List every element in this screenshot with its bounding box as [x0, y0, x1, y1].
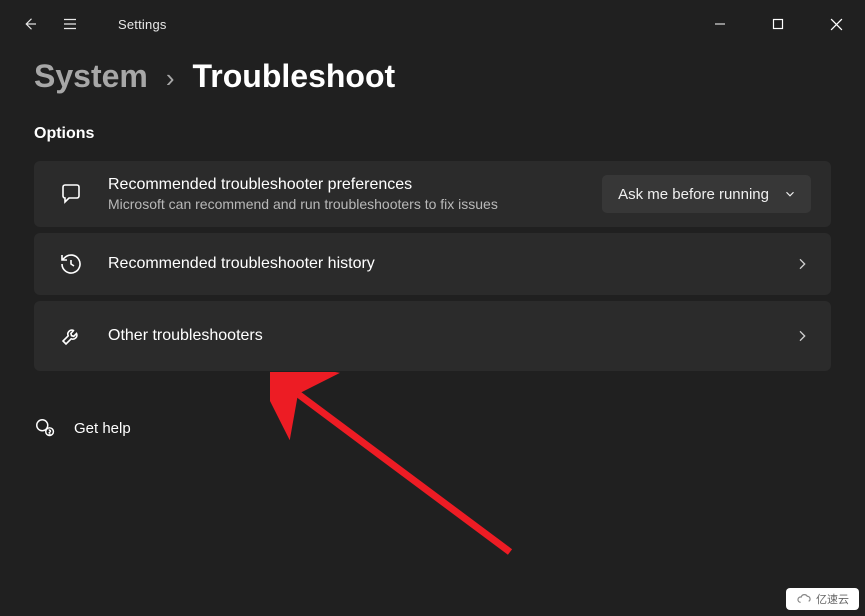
- minimize-icon: [714, 18, 726, 30]
- card-troubleshooter-history[interactable]: Recommended troubleshooter history: [34, 233, 831, 295]
- breadcrumb: System › Troubleshoot: [34, 58, 831, 95]
- watermark: 亿速云: [786, 588, 859, 610]
- breadcrumb-current: Troubleshoot: [193, 58, 396, 95]
- back-button[interactable]: [10, 0, 50, 48]
- chevron-right-icon: [793, 256, 811, 272]
- chevron-down-icon: [783, 187, 797, 201]
- back-arrow-icon: [21, 15, 39, 33]
- minimize-button[interactable]: [691, 0, 749, 48]
- watermark-text: 亿速云: [816, 591, 849, 607]
- maximize-button[interactable]: [749, 0, 807, 48]
- breadcrumb-parent[interactable]: System: [34, 58, 148, 95]
- card-text: Recommended troubleshooter history: [108, 255, 793, 273]
- close-icon: [830, 18, 843, 31]
- card-title: Recommended troubleshooter history: [108, 255, 793, 273]
- help-icon: [34, 417, 56, 439]
- titlebar: Settings: [0, 0, 865, 48]
- cloud-icon: [796, 593, 812, 605]
- dropdown-value: Ask me before running: [618, 186, 769, 203]
- close-button[interactable]: [807, 0, 865, 48]
- chat-bubble-icon: [56, 182, 86, 206]
- section-label-options: Options: [34, 125, 831, 143]
- card-subtitle: Microsoft can recommend and run troubles…: [108, 196, 602, 212]
- card-text: Other troubleshooters: [108, 327, 793, 345]
- wrench-icon: [56, 324, 86, 348]
- history-icon: [56, 252, 86, 276]
- app-title: Settings: [118, 17, 167, 32]
- hamburger-icon: [61, 15, 79, 33]
- help-label: Get help: [74, 420, 131, 437]
- card-title: Recommended troubleshooter preferences: [108, 176, 602, 194]
- nav-menu-button[interactable]: [50, 0, 90, 48]
- card-troubleshooter-preferences[interactable]: Recommended troubleshooter preferences M…: [34, 161, 831, 227]
- card-title: Other troubleshooters: [108, 327, 793, 345]
- chevron-right-icon: [793, 328, 811, 344]
- maximize-icon: [772, 18, 784, 30]
- card-other-troubleshooters[interactable]: Other troubleshooters: [34, 301, 831, 371]
- preferences-dropdown[interactable]: Ask me before running: [602, 175, 811, 213]
- page-content: System › Troubleshoot Options Recommende…: [0, 48, 865, 439]
- options-list: Recommended troubleshooter preferences M…: [34, 161, 831, 371]
- get-help-link[interactable]: Get help: [34, 417, 831, 439]
- breadcrumb-separator-icon: ›: [166, 63, 175, 94]
- card-text: Recommended troubleshooter preferences M…: [108, 176, 602, 212]
- window-controls: [691, 0, 865, 48]
